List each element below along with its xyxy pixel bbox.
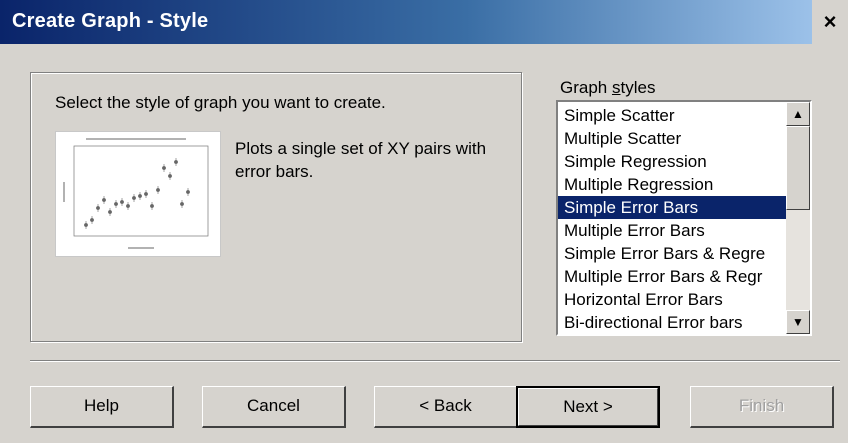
down-arrow-icon: ▼	[792, 315, 804, 329]
help-button-label: Help	[84, 396, 119, 415]
style-description: Plots a single set of XY pairs with erro…	[235, 139, 487, 181]
list-item-simple-scatter[interactable]: Simple Scatter	[558, 104, 786, 127]
window-title: Create Graph - Style	[12, 10, 209, 32]
graph-styles-listbox[interactable]: Simple Scatter Multiple Scatter Simple R…	[556, 100, 812, 336]
list-item-multiple-error-bars-regression[interactable]: Multiple Error Bars & Regr	[558, 265, 786, 288]
list-item-simple-error-bars-regression[interactable]: Simple Error Bars & Regre	[558, 242, 786, 265]
graph-styles-label-suffix: tyles	[620, 78, 656, 97]
style-group-box: Select the style of graph you want to cr…	[30, 72, 522, 342]
cancel-button-label: Cancel	[247, 396, 300, 415]
up-arrow-icon: ▲	[792, 107, 804, 121]
title-bar: Create Graph - Style	[0, 0, 848, 44]
help-button[interactable]: Help	[30, 386, 174, 428]
scroll-down-button[interactable]: ▼	[786, 310, 810, 334]
scroll-thumb[interactable]	[786, 126, 810, 210]
cancel-button[interactable]: Cancel	[202, 386, 346, 428]
close-icon[interactable]: ×	[812, 0, 848, 44]
list-item-simple-regression[interactable]: Simple Regression	[558, 150, 786, 173]
graph-preview-thumbnail	[55, 131, 221, 257]
back-button-label: < Back	[419, 396, 472, 415]
next-button-label: Next >	[563, 397, 613, 416]
graph-styles-items: Simple Scatter Multiple Scatter Simple R…	[558, 104, 786, 334]
list-item-horizontal-error-bars[interactable]: Horizontal Error Bars	[558, 288, 786, 311]
graph-styles-label-prefix: Graph	[560, 78, 612, 97]
next-button[interactable]: Next >	[516, 386, 660, 428]
finish-button-label: Finish	[738, 396, 785, 415]
back-button[interactable]: < Back	[374, 386, 518, 428]
graph-styles-label: Graph styles	[560, 78, 655, 98]
scroll-up-button[interactable]: ▲	[786, 102, 810, 126]
list-item-multiple-scatter[interactable]: Multiple Scatter	[558, 127, 786, 150]
list-item-bidirectional-error-bars[interactable]: Bi-directional Error bars	[558, 311, 786, 334]
list-item-simple-error-bars[interactable]: Simple Error Bars	[558, 196, 786, 219]
button-separator	[30, 360, 840, 362]
prompt-text: Select the style of graph you want to cr…	[55, 93, 386, 112]
listbox-scrollbar[interactable]: ▲ ▼	[786, 102, 810, 334]
list-item-multiple-regression[interactable]: Multiple Regression	[558, 173, 786, 196]
list-item-multiple-error-bars[interactable]: Multiple Error Bars	[558, 219, 786, 242]
finish-button: Finish	[690, 386, 834, 428]
